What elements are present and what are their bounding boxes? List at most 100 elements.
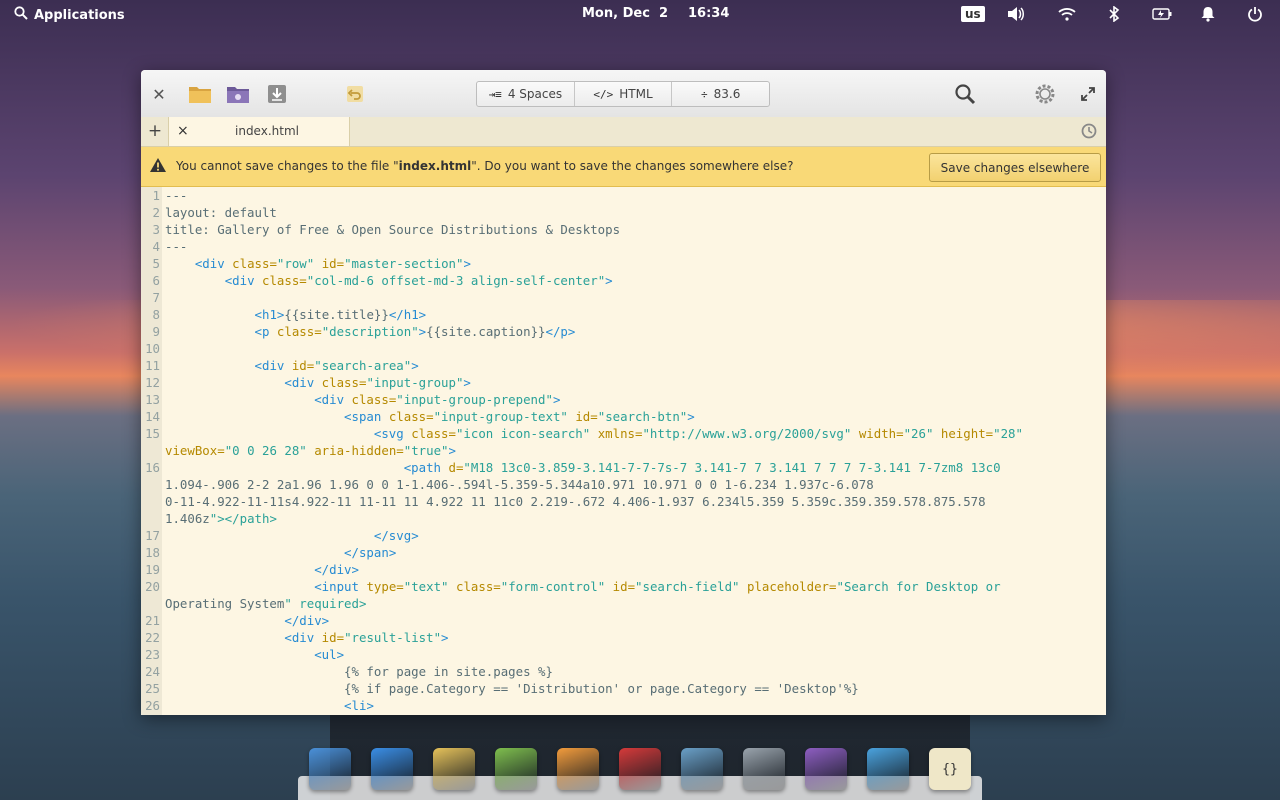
mail-icon[interactable] bbox=[433, 748, 475, 790]
notifications-icon[interactable] bbox=[1198, 4, 1218, 24]
gear-icon bbox=[1035, 84, 1055, 104]
zoom-button[interactable]: ÷ 83.6 bbox=[672, 82, 769, 106]
line-text: <div id="result-list"> bbox=[284, 630, 449, 645]
line-text: layout: default bbox=[165, 205, 277, 220]
close-icon: ✕ bbox=[152, 84, 166, 104]
line-number: 17 bbox=[145, 528, 160, 543]
warning-icon bbox=[149, 157, 167, 177]
headerbar: ✕ ⇥≡ 4 Spaces </> HTML ÷ 83.6 bbox=[141, 70, 1106, 118]
multitasking-view-icon[interactable] bbox=[309, 748, 351, 790]
line-text: Operating System" required> bbox=[165, 596, 367, 611]
settings-button[interactable] bbox=[1033, 82, 1057, 106]
line-text: {% for page in site.pages %} bbox=[165, 664, 553, 679]
installer-icon[interactable] bbox=[867, 748, 909, 790]
line-text: <path d="M18 13c0-3.859-3.141-7-7-7s-7 3… bbox=[403, 460, 1001, 475]
infobar-message-suffix: ". Do you want to save the changes somew… bbox=[471, 159, 794, 173]
closed-tabs-history-button[interactable] bbox=[1080, 122, 1098, 140]
search-icon bbox=[14, 6, 28, 24]
line-text: </span> bbox=[344, 545, 397, 560]
applications-menu[interactable]: Applications bbox=[14, 6, 125, 24]
code-line: 7 bbox=[141, 289, 1106, 306]
line-number: 3 bbox=[152, 222, 160, 237]
line-number: 2 bbox=[152, 205, 160, 220]
line-text: <div class="input-group"> bbox=[284, 375, 471, 390]
line-number: 23 bbox=[145, 647, 160, 662]
code-line: 1.094-.906 2-2 2a1.96 1.96 0 0 1-1.406-.… bbox=[141, 476, 1106, 493]
calendar-icon[interactable] bbox=[495, 748, 537, 790]
maximize-button[interactable] bbox=[1076, 82, 1100, 106]
tab-bar: + × index.html bbox=[141, 117, 1106, 147]
line-text: <li> bbox=[344, 698, 374, 713]
tab-index-html[interactable]: × index.html bbox=[168, 117, 350, 146]
line-number: 5 bbox=[152, 256, 160, 271]
line-text: 1.094-.906 2-2 2a1.96 1.96 0 0 1-1.406-.… bbox=[165, 477, 874, 492]
download-icon bbox=[268, 85, 286, 103]
maximize-icon bbox=[1081, 87, 1095, 101]
line-text: <svg class="icon icon-search" xmlns="htt… bbox=[373, 426, 1023, 441]
line-text: 0-11-4.922-11-11s4.922-11 11-11 11 4.922… bbox=[165, 494, 986, 509]
line-number: 11 bbox=[145, 358, 160, 373]
infobar-file-name: index.html bbox=[398, 159, 472, 173]
bluetooth-icon[interactable] bbox=[1104, 4, 1124, 24]
applications-label: Applications bbox=[34, 7, 125, 23]
code-line: 1.406z"></path> bbox=[141, 510, 1106, 527]
code-line: 9 <p class="description">{{site.caption}… bbox=[141, 323, 1106, 340]
line-text: 1.406z"></path> bbox=[165, 511, 277, 526]
web-browser-icon[interactable] bbox=[371, 748, 413, 790]
line-number: 20 bbox=[145, 579, 160, 594]
wifi-icon[interactable] bbox=[1057, 4, 1077, 24]
code-line: 24 {% for page in site.pages %} bbox=[141, 663, 1106, 680]
line-text: </div> bbox=[284, 613, 330, 628]
power-icon[interactable] bbox=[1245, 4, 1265, 24]
battery-icon[interactable] bbox=[1151, 4, 1173, 24]
save-changes-elsewhere-button[interactable]: Save changes elsewhere bbox=[929, 153, 1101, 182]
photos-icon[interactable] bbox=[681, 748, 723, 790]
volume-icon[interactable] bbox=[1006, 4, 1026, 24]
videos-icon[interactable] bbox=[619, 748, 661, 790]
infobar-message: You cannot save changes to the file "ind… bbox=[176, 159, 794, 173]
code-line: 3 title: Gallery of Free & Open Source Di… bbox=[141, 221, 1106, 238]
code-window: ✕ ⇥≡ 4 Spaces </> HTML ÷ 83.6 + × index.… bbox=[141, 70, 1106, 715]
line-number: 15 bbox=[145, 426, 160, 441]
line-number: 21 bbox=[145, 613, 160, 628]
code-line: 18 </span> bbox=[141, 544, 1106, 561]
code-line: 19 </div> bbox=[141, 561, 1106, 578]
date-time[interactable]: Mon, Dec 2 16:34 bbox=[582, 6, 729, 21]
revert-button[interactable] bbox=[343, 82, 367, 106]
new-tab-button[interactable]: + bbox=[145, 121, 165, 141]
line-number: 4 bbox=[152, 239, 160, 254]
line-number: 10 bbox=[145, 341, 160, 356]
code-editor-icon[interactable]: {} bbox=[929, 748, 971, 790]
open-folder-button[interactable] bbox=[188, 82, 212, 106]
time-label: 16:34 bbox=[688, 6, 730, 21]
find-icon bbox=[955, 84, 976, 105]
code-line: 8 <h1>{{site.title}}</h1> bbox=[141, 306, 1106, 323]
close-tab-icon[interactable]: × bbox=[177, 123, 189, 139]
indent-label: 4 Spaces bbox=[507, 87, 563, 101]
code-line: 17 </svg> bbox=[141, 527, 1106, 544]
line-text: {% if page.Category == 'Distribution' or… bbox=[165, 681, 859, 696]
appcenter-icon[interactable] bbox=[805, 748, 847, 790]
top-panel: Applications Mon, Dec 2 16:34 us bbox=[0, 0, 1280, 28]
code-line: 22 <div id="result-list"> bbox=[141, 629, 1106, 646]
save-file-button[interactable] bbox=[265, 82, 289, 106]
project-folder-button[interactable] bbox=[226, 82, 250, 106]
keyboard-layout-indicator[interactable]: us bbox=[961, 4, 985, 24]
zoom-icon: ÷ bbox=[701, 87, 708, 101]
code-line: 16 <path d="M18 13c0-3.859-3.141-7-7-7s-… bbox=[141, 459, 1106, 476]
code-line: 5 <div class="row" id="master-section"> bbox=[141, 255, 1106, 272]
code-line: 6 <div class="col-md-6 offset-md-3 align… bbox=[141, 272, 1106, 289]
music-icon[interactable] bbox=[557, 748, 599, 790]
search-button[interactable] bbox=[953, 82, 977, 106]
indent-width-button[interactable]: ⇥≡ 4 Spaces bbox=[477, 82, 575, 106]
line-text: <div class="col-md-6 offset-md-3 align-s… bbox=[224, 273, 613, 288]
code-line: 10 bbox=[141, 340, 1106, 357]
close-window-button[interactable]: ✕ bbox=[147, 82, 171, 106]
line-text: <ul> bbox=[314, 647, 345, 662]
code-line: 23 <ul> bbox=[141, 646, 1106, 663]
line-number: 25 bbox=[145, 681, 160, 696]
language-button[interactable]: </> HTML bbox=[575, 82, 673, 106]
system-settings-icon[interactable] bbox=[743, 748, 785, 790]
line-number: 9 bbox=[152, 324, 160, 339]
code-editor[interactable]: 1 --- 2 layout: default 3 title: Gallery of F… bbox=[141, 187, 1106, 715]
